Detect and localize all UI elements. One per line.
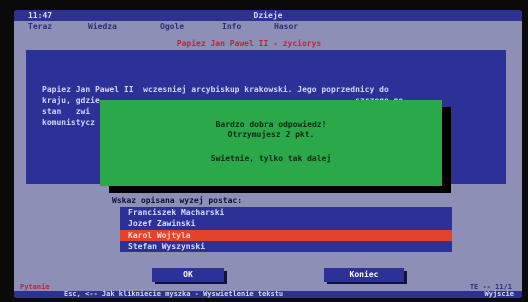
app-title: Dzieje <box>253 11 283 20</box>
list-item[interactable]: Stefan Wyszynski <box>120 241 452 252</box>
dialog-message: Bardzo dobra odpowiedz! <box>215 120 327 129</box>
list-item[interactable]: Jozef Zawinski <box>120 218 452 229</box>
panel-text-line: Papiez Jan Pawel II wczesniej arcybiskup… <box>42 85 389 94</box>
question-prompt: Wskaz opisana wyzej postac: <box>112 196 243 205</box>
menu-item-info[interactable]: Info <box>222 21 241 32</box>
list-item-selected[interactable]: Karol Wojtyla <box>120 230 452 241</box>
ok-button[interactable]: OK <box>152 268 224 282</box>
panel-text-line: komunistycz <box>42 118 95 127</box>
cancel-button[interactable]: Koniec <box>324 268 404 282</box>
status-left: Pytanie <box>20 283 50 291</box>
section-title: Papiez Jan Pawel II - zyciorys <box>176 39 322 48</box>
feedback-dialog: Bardzo dobra odpowiedz! Otrzymujesz 2 pk… <box>100 100 442 186</box>
answer-list: Franciszek Macharski Jozef Zawinski Karo… <box>120 207 452 252</box>
list-item[interactable]: Franciszek Macharski <box>120 207 452 218</box>
dialog-encouragement: Swietnie, tylko tak dalej <box>210 154 332 163</box>
help-text: Esc, <-- Jak klikniecie myszka - Wyswiet… <box>64 290 284 298</box>
help-status-bar: Esc, <-- Jak klikniecie myszka - Wyswiet… <box>14 291 522 298</box>
menu-bar: Teraz Wiedza Ogole Info Hasor <box>14 21 522 32</box>
exit-hint: Wyjscie <box>484 290 514 298</box>
app-screen: 11:47 Dzieje Teraz Wiedza Ogole Info Has… <box>14 10 522 298</box>
menu-item-teraz[interactable]: Teraz <box>28 21 52 32</box>
menu-item-hasor[interactable]: Hasor <box>274 21 298 32</box>
title-bar: 11:47 Dzieje <box>14 10 522 21</box>
dialog-score: Otrzymujesz 2 pkt. <box>227 130 315 139</box>
menu-item-ogole[interactable]: Ogole <box>160 21 184 32</box>
menu-item-wiedza[interactable]: Wiedza <box>88 21 117 32</box>
